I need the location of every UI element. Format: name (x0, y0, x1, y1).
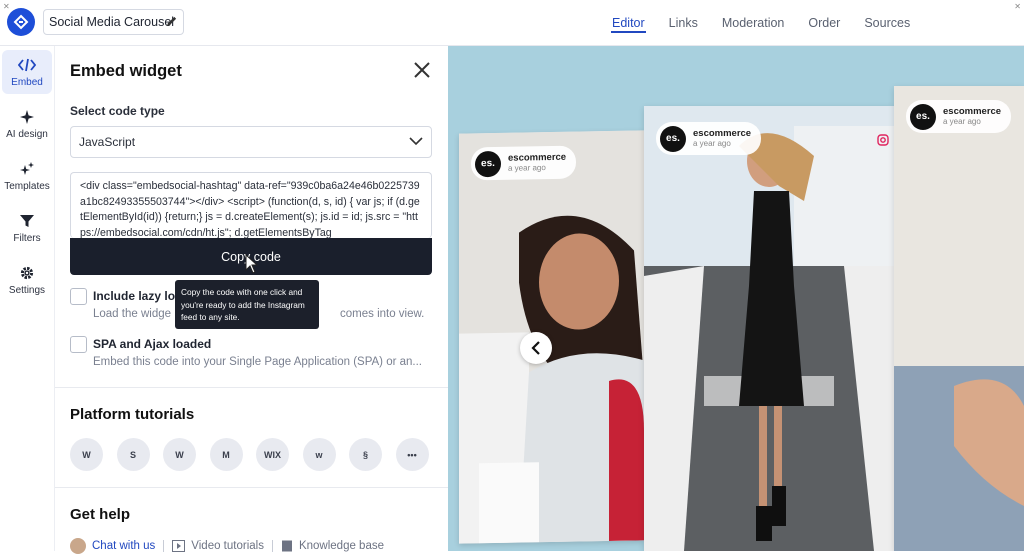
knowledge-base-label: Knowledge base (298, 540, 384, 552)
rail-label-templates: Templates (4, 180, 50, 192)
chevron-down-icon (409, 137, 423, 146)
code-icon (18, 58, 36, 72)
webflow-w-icon[interactable]: W (163, 438, 196, 471)
rail-item-settings[interactable]: Settings (2, 258, 52, 302)
chevron-left-icon (531, 341, 540, 355)
top-bar: ✕ Social Media Carousel Editor Links Mod… (0, 0, 1024, 46)
platform-icons: W S W M WIX w § ••• (70, 438, 442, 471)
panel-title: Embed widget (70, 62, 182, 80)
project-title: Social Media Carousel (49, 15, 175, 29)
post-time: a year ago (943, 117, 981, 126)
help-title: Get help (70, 506, 131, 523)
separator (163, 540, 165, 552)
post-card-2[interactable]: es. escommerce a year ago (644, 106, 894, 551)
mouse-cursor-icon (245, 254, 259, 274)
shopify-icon[interactable]: S (116, 438, 150, 471)
rail-label-embed: Embed (11, 76, 43, 88)
side-rail: Embed AI design Templates Filters Settin… (0, 46, 55, 551)
embed-code-box[interactable]: <div class="embedsocial-hashtag" data-re… (70, 172, 432, 238)
code-type-value: JavaScript (79, 135, 136, 149)
tab-moderation[interactable]: Moderation (710, 0, 797, 46)
post-photo-3 (894, 86, 1024, 551)
separator-2 (271, 540, 273, 552)
logo-icon (13, 14, 29, 30)
tab-links[interactable]: Links (657, 0, 710, 46)
funnel-icon (20, 215, 34, 227)
account-badge-3: es. escommerce a year ago (906, 100, 1012, 133)
post-card-1[interactable]: es. escommerce a year ago (459, 130, 644, 544)
pencil-icon[interactable] (165, 15, 178, 28)
video-tutorials-link[interactable]: Video tutorials (172, 540, 264, 552)
carousel-prev-button[interactable] (520, 332, 552, 364)
knowledge-base-link[interactable]: Knowledge base (281, 540, 384, 552)
lazy-load-desc-tail: comes into view. (340, 308, 425, 320)
spa-title: SPA and Ajax loaded (93, 337, 212, 351)
spa-desc: Embed this code into your Single Page Ap… (93, 356, 423, 368)
wix-icon[interactable]: WIX (256, 438, 289, 471)
rail-label-filters: Filters (13, 232, 41, 244)
chat-link-label: Chat with us (92, 540, 156, 552)
tutorials-title: Platform tutorials (70, 406, 195, 423)
squarespace-icon[interactable]: § (349, 438, 382, 471)
divider-2 (55, 487, 448, 488)
instagram-icon (877, 134, 889, 146)
video-tutorials-label: Video tutorials (191, 540, 264, 552)
copy-tooltip: Copy the code with one click and you're … (175, 280, 319, 329)
webflow-icon[interactable]: w (302, 438, 336, 471)
account-badge-1: es. escommerce a year ago (471, 145, 577, 181)
code-type-select[interactable]: JavaScript (70, 126, 432, 158)
post-time: a year ago (693, 139, 731, 148)
avatar (70, 538, 86, 554)
project-title-field[interactable]: Social Media Carousel (43, 9, 184, 35)
window-close-icon-right[interactable]: ✕ (1014, 2, 1021, 11)
rail-item-templates[interactable]: Templates (2, 154, 52, 198)
sparkle-icon (20, 110, 34, 124)
wordpress-icon[interactable]: W (70, 438, 103, 471)
video-icon (172, 540, 186, 552)
tab-editor[interactable]: Editor (600, 0, 657, 46)
rail-item-filters[interactable]: Filters (2, 206, 52, 250)
post-time: a year ago (508, 163, 546, 173)
account-name: escommerce (943, 106, 1002, 117)
account-logo: es. (475, 150, 501, 177)
rail-label-ai-design: AI design (6, 128, 48, 140)
book-icon (281, 540, 292, 552)
chat-link[interactable]: Chat with us (70, 538, 155, 554)
account-name: escommerce (693, 128, 752, 139)
code-type-label: Select code type (70, 104, 165, 118)
post-card-3[interactable]: es. escommerce a year ago (894, 86, 1024, 551)
lazy-load-title: Include lazy loa (93, 289, 182, 303)
main-tabs: Editor Links Moderation Order Sources (600, 0, 922, 46)
widget-preview: es. escommerce a year ago es. escommerce… (448, 46, 1024, 551)
rail-label-settings: Settings (8, 284, 46, 296)
lazy-load-desc: Load the widge (93, 308, 172, 320)
rail-item-ai-design[interactable]: AI design (2, 102, 52, 146)
account-name: escommerce (508, 151, 567, 164)
account-badge-2: es. escommerce a year ago (656, 122, 762, 155)
tab-sources[interactable]: Sources (852, 0, 922, 46)
divider (55, 387, 448, 388)
app-logo[interactable] (7, 8, 35, 36)
account-logo: es. (910, 103, 936, 130)
spa-checkbox[interactable] (70, 336, 87, 353)
sparkles-icon (20, 161, 34, 175)
rail-item-embed[interactable]: Embed (2, 50, 52, 94)
gear-icon (20, 266, 34, 280)
post-photo-2 (644, 106, 894, 551)
lazy-load-checkbox[interactable] (70, 288, 87, 305)
window-close-icon[interactable]: ✕ (3, 2, 10, 11)
tab-order[interactable]: Order (796, 0, 852, 46)
account-logo: es. (660, 125, 686, 152)
close-icon[interactable] (413, 61, 431, 79)
more-icon[interactable]: ••• (395, 438, 429, 471)
magento-icon[interactable]: M (209, 438, 243, 471)
help-links: Chat with us Video tutorials Knowledge b… (70, 538, 392, 554)
post-photo-1 (459, 130, 644, 544)
